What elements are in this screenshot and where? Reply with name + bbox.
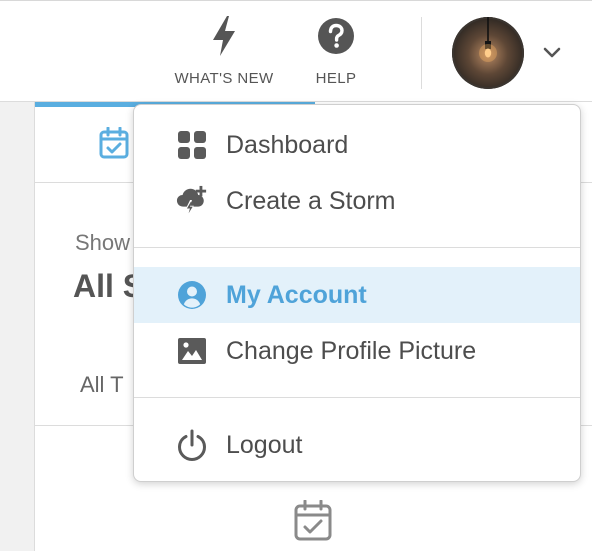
- dashboard-grid-icon: [176, 129, 208, 161]
- menu-separator: [134, 397, 580, 398]
- power-icon: [176, 429, 208, 461]
- menu-item-label: Dashboard: [226, 130, 349, 159]
- header-divider: [421, 17, 422, 89]
- menu-item-label: My Account: [226, 280, 367, 309]
- help-button[interactable]: HELP: [300, 11, 372, 87]
- account-circle-icon: [176, 279, 208, 311]
- question-circle-icon: [317, 11, 355, 61]
- chevron-down-icon[interactable]: [540, 44, 564, 62]
- menu-item-create-storm[interactable]: Create a Storm: [134, 173, 580, 229]
- show-label: Show: [75, 230, 131, 255]
- image-icon: [176, 335, 208, 367]
- whats-new-button[interactable]: WHAT'S NEW: [168, 11, 280, 87]
- menu-item-change-profile-picture[interactable]: Change Profile Picture: [134, 323, 580, 379]
- whats-new-label: WHAT'S NEW: [174, 70, 274, 87]
- menu-item-label: Create a Storm: [226, 186, 396, 215]
- menu-item-dashboard[interactable]: Dashboard: [134, 117, 580, 173]
- calendar-check-icon[interactable]: [99, 126, 129, 164]
- menu-item-logout[interactable]: Logout: [134, 417, 580, 473]
- menu-item-my-account[interactable]: My Account: [134, 267, 580, 323]
- storm-cloud-plus-icon: [176, 185, 208, 217]
- calendar-check-icon: [294, 499, 332, 547]
- menu-item-label: Logout: [226, 430, 303, 459]
- help-label: HELP: [315, 70, 357, 87]
- menu-separator: [134, 247, 580, 248]
- avatar[interactable]: [452, 17, 524, 89]
- lightbulb-photo-icon: [479, 17, 497, 62]
- filter-tab-label[interactable]: All T: [80, 372, 124, 398]
- top-header: WHAT'S NEW HELP: [0, 0, 592, 102]
- lightning-bolt-icon: [211, 11, 237, 61]
- account-dropdown-menu: Dashboard Create a Storm My Account Chan…: [133, 104, 581, 482]
- menu-item-label: Change Profile Picture: [226, 336, 477, 365]
